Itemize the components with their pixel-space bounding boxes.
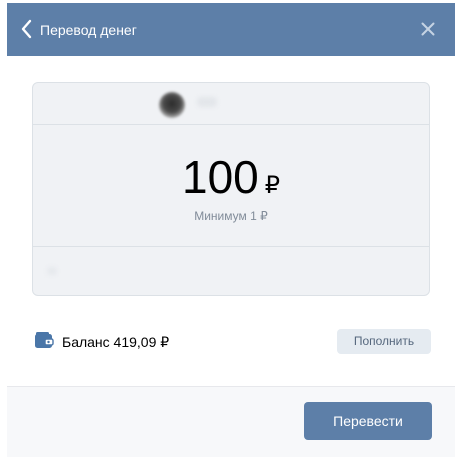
amount-currency: ₽ (264, 172, 281, 199)
chevron-left-icon (21, 19, 32, 39)
modal-footer: Перевести (7, 386, 455, 457)
amount-display[interactable]: 100 ₽ (33, 150, 429, 204)
close-icon (421, 22, 435, 36)
wallet-icon (35, 332, 54, 348)
recipient-avatar (159, 92, 185, 118)
comment-field[interactable] (33, 246, 429, 297)
money-transfer-modal: Перевод денег 100 ₽ Минимум 1 ₽ Баланс 4… (7, 3, 455, 457)
modal-title: Перевод денег (40, 22, 137, 38)
recipient-name-redacted (197, 97, 217, 107)
minimum-amount-hint: Минимум 1 ₽ (194, 209, 268, 223)
transfer-button[interactable]: Перевести (304, 402, 432, 440)
back-button[interactable] (20, 18, 34, 40)
comment-redacted (47, 267, 57, 275)
transfer-card: 100 ₽ Минимум 1 ₽ (32, 82, 430, 296)
modal-header: Перевод денег (7, 3, 455, 56)
close-button[interactable] (421, 22, 435, 36)
topup-button[interactable]: Пополнить (337, 329, 431, 354)
recipient-row[interactable] (33, 83, 429, 125)
amount-area[interactable]: 100 ₽ Минимум 1 ₽ (33, 125, 429, 246)
balance-label: Баланс 419,09 ₽ (62, 334, 170, 350)
amount-value[interactable]: 100 (182, 151, 259, 203)
